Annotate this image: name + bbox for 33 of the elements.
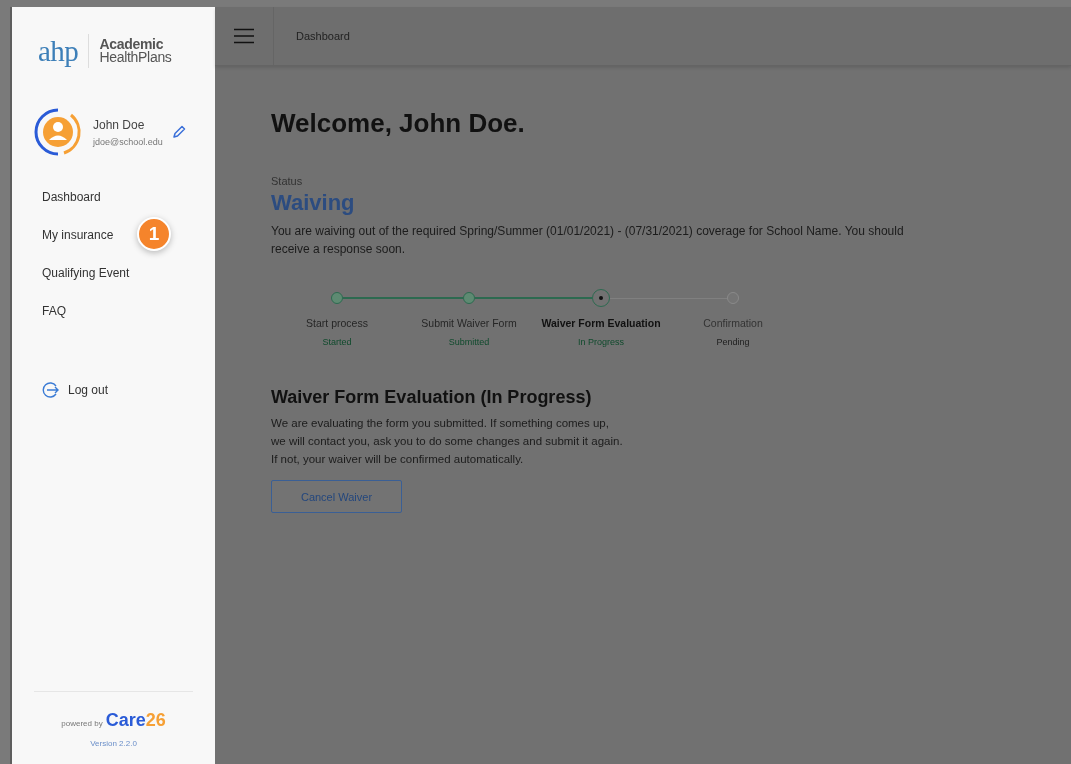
logout-icon [42, 381, 60, 399]
logo-text: Academic [99, 38, 164, 51]
step-badge: 1 [137, 217, 171, 251]
step-status: Started [322, 337, 352, 347]
step-title: Start process [306, 317, 368, 329]
step-title: Submit Waiver Form [421, 317, 517, 329]
logout-link[interactable]: Log out [42, 381, 109, 399]
powered-by-text: powered by [61, 719, 103, 728]
user-email: jdoe@school.edu [93, 136, 163, 147]
nav-item[interactable]: My insurance [42, 228, 114, 242]
step-title: Waiver Form Evaluation [541, 317, 661, 329]
step-title: Confirmation [703, 317, 763, 329]
logo-text: HealthPlans [99, 51, 172, 64]
nav-item[interactable]: FAQ [42, 304, 66, 318]
status-value: Waiving [271, 190, 355, 216]
product-logo: Care26 [105, 710, 166, 731]
avatar-icon [33, 107, 83, 157]
menu-icon[interactable] [234, 28, 254, 44]
step-status: Pending [716, 337, 750, 347]
step-status: Submitted [448, 337, 490, 347]
nav-item[interactable]: Dashboard [42, 190, 101, 204]
step-status: In Progress [578, 337, 624, 347]
page-title: Welcome, John Doe. [271, 108, 525, 139]
logo-mark: ahp [38, 34, 79, 68]
edit-icon[interactable] [170, 124, 187, 140]
section-title: Waiver Form Evaluation (In Progress) [271, 387, 592, 408]
nav-item[interactable]: Qualifying Event [42, 266, 130, 280]
section-text: We are evaluating the form you submitted. If something comes up, we will contact you, ask you to do some changes and submit it again. If not, your waiver will be confirmed automatically. [271, 416, 623, 467]
user-name: John Doe [93, 117, 146, 132]
status-message: You are waiving out of the required Spring/Summer (01/01/2021) - (07/31/2021) coverage for School Name. You should receive a response soon. [271, 223, 905, 258]
status-label: Status [271, 175, 303, 187]
version-text: Version 2.2.0 [90, 739, 137, 748]
breadcrumb: Dashboard [296, 30, 350, 42]
